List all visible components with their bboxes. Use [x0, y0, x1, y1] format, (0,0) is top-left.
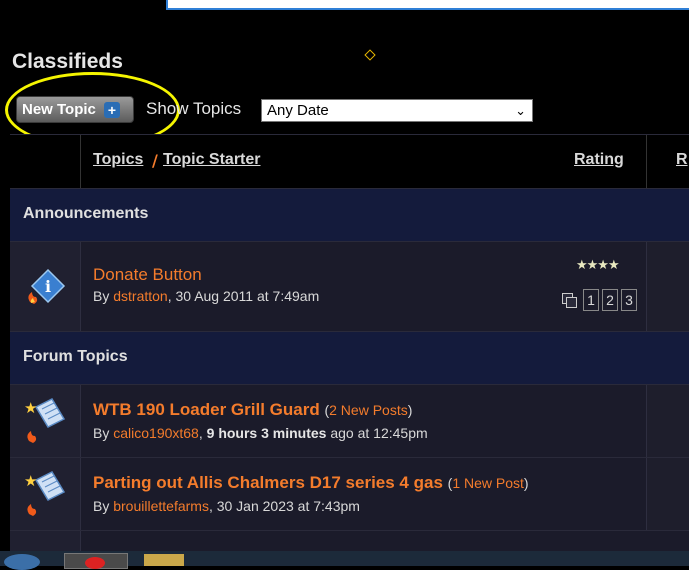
plus-icon: +	[103, 101, 120, 118]
header-icon-column	[10, 135, 81, 188]
topic-starter-line: By brouillettefarms, 30 Jan 2023 at 7:43…	[93, 498, 360, 514]
page-link-3[interactable]: 3	[621, 289, 637, 311]
multi-page-icon	[562, 293, 578, 308]
taskbar-app-folder[interactable]	[144, 554, 184, 566]
topic-icon: ★	[10, 385, 81, 457]
page-link-1[interactable]: 1	[583, 289, 599, 311]
page-title: Classifieds	[12, 50, 123, 73]
author-link[interactable]: brouillettefarms	[113, 498, 209, 514]
topic-title-link[interactable]: Parting out Allis Chalmers D17 series 4 …	[93, 473, 443, 492]
svg-text:★: ★	[24, 399, 37, 417]
taskbar-app-browser[interactable]	[64, 553, 128, 569]
topic-starter-line: By dstratton, 30 Aug 2011 at 7:49am	[93, 288, 320, 304]
new-posts-link[interactable]: 1 New Post	[452, 475, 524, 491]
topic-title-link[interactable]: Donate Button	[93, 265, 202, 285]
header-column-divider	[646, 135, 647, 188]
browser-window-edge	[166, 0, 689, 10]
sort-topics-link[interactable]: Topics	[93, 151, 143, 169]
sort-rating-link[interactable]: Rating	[574, 151, 624, 169]
sort-replies-link[interactable]: R	[676, 151, 688, 169]
date-filter-value: Any Date	[267, 102, 329, 119]
topic-icon: ★	[10, 458, 81, 530]
cursor-marker	[364, 49, 376, 61]
table-row: ★ WTB 190 Loader Grill Guard (2 New Post…	[10, 384, 689, 457]
table-header: Topics / Topic Starter Rating R	[10, 134, 689, 188]
topic-starter-line: By calico190xt68, 9 hours 3 minutes ago …	[93, 425, 428, 441]
table-row: i Donate Button By dstratton, 30 Aug 201…	[10, 241, 689, 331]
announcement-icon: i	[10, 242, 81, 331]
row-right-cell	[646, 385, 689, 457]
section-announcements: Announcements	[10, 188, 689, 241]
new-topic-label: New Topic	[22, 101, 96, 118]
section-label: Announcements	[23, 205, 149, 222]
row-right-cell	[646, 458, 689, 530]
rating-stars: ★★★★	[576, 258, 620, 273]
date-filter-select[interactable]: Any Date ⌄	[261, 99, 533, 122]
show-topics-label: Show Topics	[146, 99, 242, 118]
new-posts-link[interactable]: 2 New Posts	[329, 402, 408, 418]
topics-table: Topics / Topic Starter Rating R Announce…	[10, 134, 689, 561]
new-topic-button[interactable]: New Topic +	[16, 96, 134, 123]
topic-title-line: Parting out Allis Chalmers D17 series 4 …	[93, 473, 529, 492]
taskbar	[0, 551, 689, 570]
sort-topic-starter-link[interactable]: Topic Starter	[163, 151, 261, 169]
row-right-cell	[646, 242, 689, 331]
page-links: 1 2 3	[562, 289, 637, 311]
topic-title-link[interactable]: WTB 190 Loader Grill Guard	[93, 400, 320, 419]
page-link-2[interactable]: 2	[602, 289, 618, 311]
start-button[interactable]	[4, 554, 40, 570]
section-forum-topics: Forum Topics	[10, 331, 689, 384]
author-link[interactable]: calico190xt68	[113, 425, 199, 441]
section-label: Forum Topics	[23, 348, 128, 365]
chevron-down-icon: ⌄	[515, 103, 526, 118]
topic-title-line: WTB 190 Loader Grill Guard (2 New Posts)	[93, 400, 413, 419]
svg-text:★: ★	[24, 472, 37, 490]
svg-text:i: i	[45, 277, 51, 296]
table-row: ★ Parting out Allis Chalmers D17 series …	[10, 457, 689, 530]
author-link[interactable]: dstratton	[113, 288, 167, 304]
header-separator: /	[152, 151, 158, 170]
